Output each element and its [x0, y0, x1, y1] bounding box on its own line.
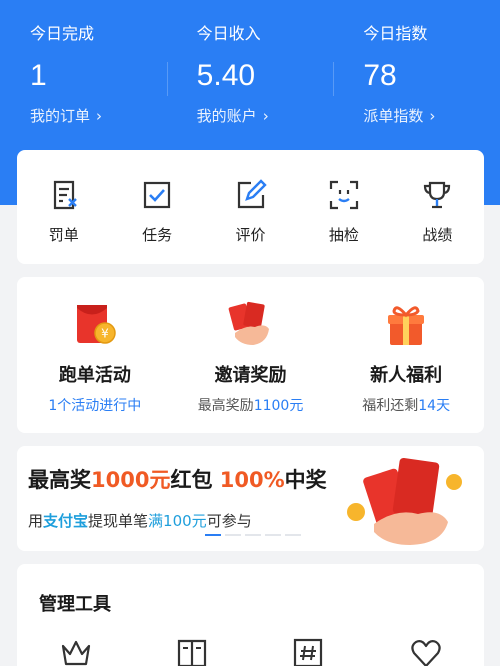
banner-title-part: 中奖 — [284, 468, 327, 492]
activity-subtitle-text: 1个活动进行中 — [48, 398, 142, 414]
hand-envelopes-icon — [228, 301, 269, 345]
quick-action-label: 抽检 — [328, 226, 359, 244]
stat-value: 1 — [30, 59, 47, 92]
banner-title: 最高奖1000元红包 100%中奖 — [28, 464, 327, 494]
banner-subtitle-part: 提现单笔 — [88, 512, 149, 530]
banner-threshold: 满100元 — [148, 512, 207, 530]
activity-subtitle-highlight: 1100元 — [253, 398, 304, 414]
svg-text:¥: ¥ — [101, 327, 109, 341]
stat-index: 今日指数 78 派单指数 › — [333, 0, 500, 150]
task-check-icon — [144, 181, 171, 209]
link-label: 我的订单 — [30, 107, 91, 125]
carousel-dot[interactable] — [205, 534, 221, 536]
red-envelope-coin-icon: ¥ — [76, 305, 116, 344]
chevron-right-icon: › — [429, 107, 436, 125]
banner-subtitle-part: 用 — [28, 512, 44, 530]
stat-income: 今日收入 5.40 我的账户 › — [166, 0, 334, 150]
gift-box-icon — [388, 306, 425, 345]
activity-invite[interactable]: 邀请奖励 最高奖励1100元 — [173, 277, 329, 433]
banner-subtitle-part: 可参与 — [206, 512, 252, 530]
quick-action-label: 战绩 — [422, 226, 453, 244]
trophy-icon — [424, 181, 451, 209]
book-icon[interactable] — [175, 636, 209, 666]
today-stats: 今日完成 1 我的订单 › 今日收入 5.40 我的账户 › 今日指数 78 派单指… — [0, 0, 500, 150]
quick-action-label: 评价 — [235, 226, 266, 244]
activity-title: 邀请奖励 — [214, 365, 287, 386]
stat-label: 今日指数 — [363, 24, 428, 43]
quick-action-label: 任务 — [142, 226, 173, 244]
activity-subtitle-text: 福利还剩 — [362, 398, 419, 414]
stat-label: 今日完成 — [30, 24, 95, 43]
banner-title-part: 红包 — [170, 468, 220, 492]
activity-subtitle-text: 最高奖励 — [197, 398, 254, 414]
carousel-dots — [205, 534, 301, 536]
banner-title-part: 最高奖 — [28, 468, 91, 492]
activity-newcomer[interactable]: 新人福利 福利还剩14天 — [328, 277, 484, 433]
quick-action-penalty[interactable]: 罚单 — [17, 150, 110, 264]
activities-card: ¥ 跑单活动 1个活动进行中 邀请奖励 最高奖励1100元 新人福利 福利还剩1… — [17, 277, 484, 433]
quick-action-task[interactable]: 任务 — [110, 150, 203, 264]
penalty-doc-icon — [53, 180, 77, 210]
chevron-right-icon: › — [262, 107, 269, 125]
activity-run-orders[interactable]: ¥ 跑单活动 1个活动进行中 — [17, 277, 173, 433]
activity-title: 新人福利 — [370, 365, 443, 386]
carousel-dot[interactable] — [285, 534, 301, 536]
banner-title-amount: 1000元 — [91, 468, 171, 492]
management-title: 管理工具 — [39, 594, 111, 615]
link-label: 派单指数 — [363, 107, 424, 125]
activity-subtitle: 最高奖励1100元 — [198, 395, 304, 415]
management-tools-card: 管理工具 — [17, 564, 484, 666]
activity-subtitle: 1个活动进行中 — [48, 395, 141, 415]
heart-icon[interactable] — [409, 636, 443, 666]
quick-action-inspection[interactable]: 抽检 — [297, 150, 390, 264]
activity-title: 跑单活动 — [58, 365, 131, 386]
chevron-right-icon: › — [96, 107, 103, 125]
red-envelopes-illustration-icon — [347, 458, 462, 545]
carousel-dot[interactable] — [245, 534, 261, 536]
carousel-dot[interactable] — [225, 534, 241, 536]
quick-action-review[interactable]: 评价 — [204, 150, 297, 264]
my-account-link[interactable]: 我的账户 › — [197, 106, 269, 126]
stat-value: 5.40 — [196, 59, 256, 92]
edit-review-icon — [237, 179, 267, 209]
stat-completed: 今日完成 1 我的订单 › — [0, 0, 167, 150]
hashtag-icon[interactable] — [291, 636, 325, 666]
stat-label: 今日收入 — [196, 24, 261, 43]
dispatch-index-link[interactable]: 派单指数 › — [363, 106, 435, 126]
promo-banner[interactable]: 最高奖1000元红包 100%中奖 用支付宝提现单笔满100元可参与 — [17, 446, 484, 551]
banner-alipay: 支付宝 — [43, 512, 89, 530]
quick-actions-card: 罚单 任务 评价 抽检 战绩 — [17, 150, 484, 264]
banner-title-percent: 100% — [219, 468, 285, 492]
face-scan-icon — [329, 180, 359, 210]
activity-subtitle-highlight: 14天 — [418, 398, 451, 414]
crown-icon[interactable] — [59, 636, 93, 666]
banner-subtitle: 用支付宝提现单笔满100元可参与 — [28, 510, 252, 531]
activity-subtitle: 福利还剩14天 — [362, 395, 450, 415]
link-label: 我的账户 — [196, 107, 257, 125]
quick-action-label: 罚单 — [48, 226, 79, 244]
carousel-dot[interactable] — [265, 534, 281, 536]
stat-value: 78 — [363, 59, 397, 92]
quick-action-record[interactable]: 战绩 — [391, 150, 484, 264]
my-orders-link[interactable]: 我的订单 › — [30, 106, 102, 126]
